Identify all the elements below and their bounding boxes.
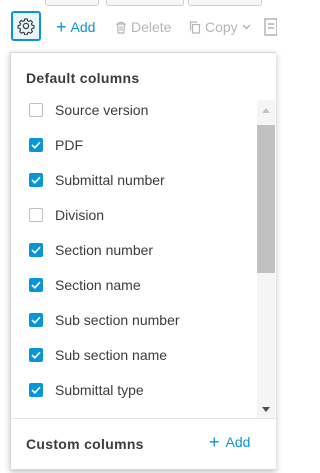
checkbox[interactable]	[29, 173, 43, 187]
checkbox[interactable]	[29, 348, 43, 362]
checkbox[interactable]	[29, 383, 43, 397]
copy-dropdown-button[interactable]: Copy	[189, 17, 251, 37]
scrollbar-thumb[interactable]	[257, 125, 275, 273]
checkbox[interactable]	[29, 313, 43, 327]
copy-icon	[189, 20, 201, 34]
checkmark-icon	[31, 386, 41, 394]
checkbox[interactable]	[29, 278, 43, 292]
add-label: Add	[70, 19, 96, 35]
column-option-pdf[interactable]: PDF	[29, 135, 83, 155]
column-option-label: Section number	[55, 242, 154, 258]
vertical-scrollbar[interactable]	[257, 100, 275, 418]
column-option-label: Section name	[55, 277, 141, 293]
checkmark-icon	[31, 176, 41, 184]
column-option-submittal-number[interactable]: Submittal number	[29, 170, 165, 190]
checkbox[interactable]	[29, 208, 43, 222]
delete-label: Delete	[131, 19, 172, 35]
checkbox[interactable]	[29, 103, 43, 117]
trash-icon	[115, 21, 127, 34]
column-option-source-version[interactable]: Source version	[29, 100, 148, 120]
copy-label: Copy	[205, 19, 238, 35]
column-option-section-number[interactable]: Section number	[29, 240, 153, 260]
checkbox[interactable]	[29, 138, 43, 152]
checkmark-icon	[31, 246, 41, 254]
checkmark-icon	[31, 141, 41, 149]
column-option-label: PDF	[55, 137, 83, 153]
column-settings-panel: Default columns Source version PDF Submi…	[10, 52, 277, 470]
column-option-label: Submittal type	[55, 382, 144, 398]
scroll-down-arrow-icon[interactable]	[262, 407, 270, 412]
column-option-label: Submittal number	[55, 172, 165, 188]
add-custom-column-label: Add	[225, 434, 251, 450]
custom-columns-title: Custom columns	[26, 436, 144, 452]
column-option-label: Sub section name	[55, 347, 168, 363]
column-option-division[interactable]: Division	[29, 205, 104, 225]
divider	[11, 418, 277, 419]
export-icon[interactable]	[263, 18, 278, 36]
add-button[interactable]: + Add	[56, 17, 95, 37]
toolbar: + Add Delete Copy	[0, 0, 278, 52]
add-custom-column-button[interactable]: + Add	[209, 432, 251, 452]
checkbox[interactable]	[29, 243, 43, 257]
column-option-label: Source version	[55, 102, 149, 118]
chevron-down-icon	[242, 24, 251, 30]
column-option-label: Division	[55, 207, 105, 223]
checkmark-icon	[31, 351, 41, 359]
checkmark-icon	[31, 281, 41, 289]
gear-icon	[17, 17, 35, 35]
column-option-submittal-type[interactable]: Submittal type	[29, 380, 144, 400]
column-option-label: Sub section number	[55, 312, 180, 328]
plus-icon: +	[56, 17, 67, 37]
plus-icon: +	[209, 432, 220, 452]
column-option-section-name[interactable]: Section name	[29, 275, 141, 295]
default-columns-list: Source version PDF Submittal number Divi…	[11, 100, 257, 418]
default-columns-title: Default columns	[26, 70, 140, 86]
column-option-sub-section-name[interactable]: Sub section name	[29, 345, 167, 365]
column-settings-button[interactable]	[11, 11, 41, 41]
column-option-sub-section-number[interactable]: Sub section number	[29, 310, 180, 330]
checkmark-icon	[31, 316, 41, 324]
scroll-up-arrow-icon[interactable]	[262, 108, 270, 113]
delete-button[interactable]: Delete	[115, 17, 171, 37]
